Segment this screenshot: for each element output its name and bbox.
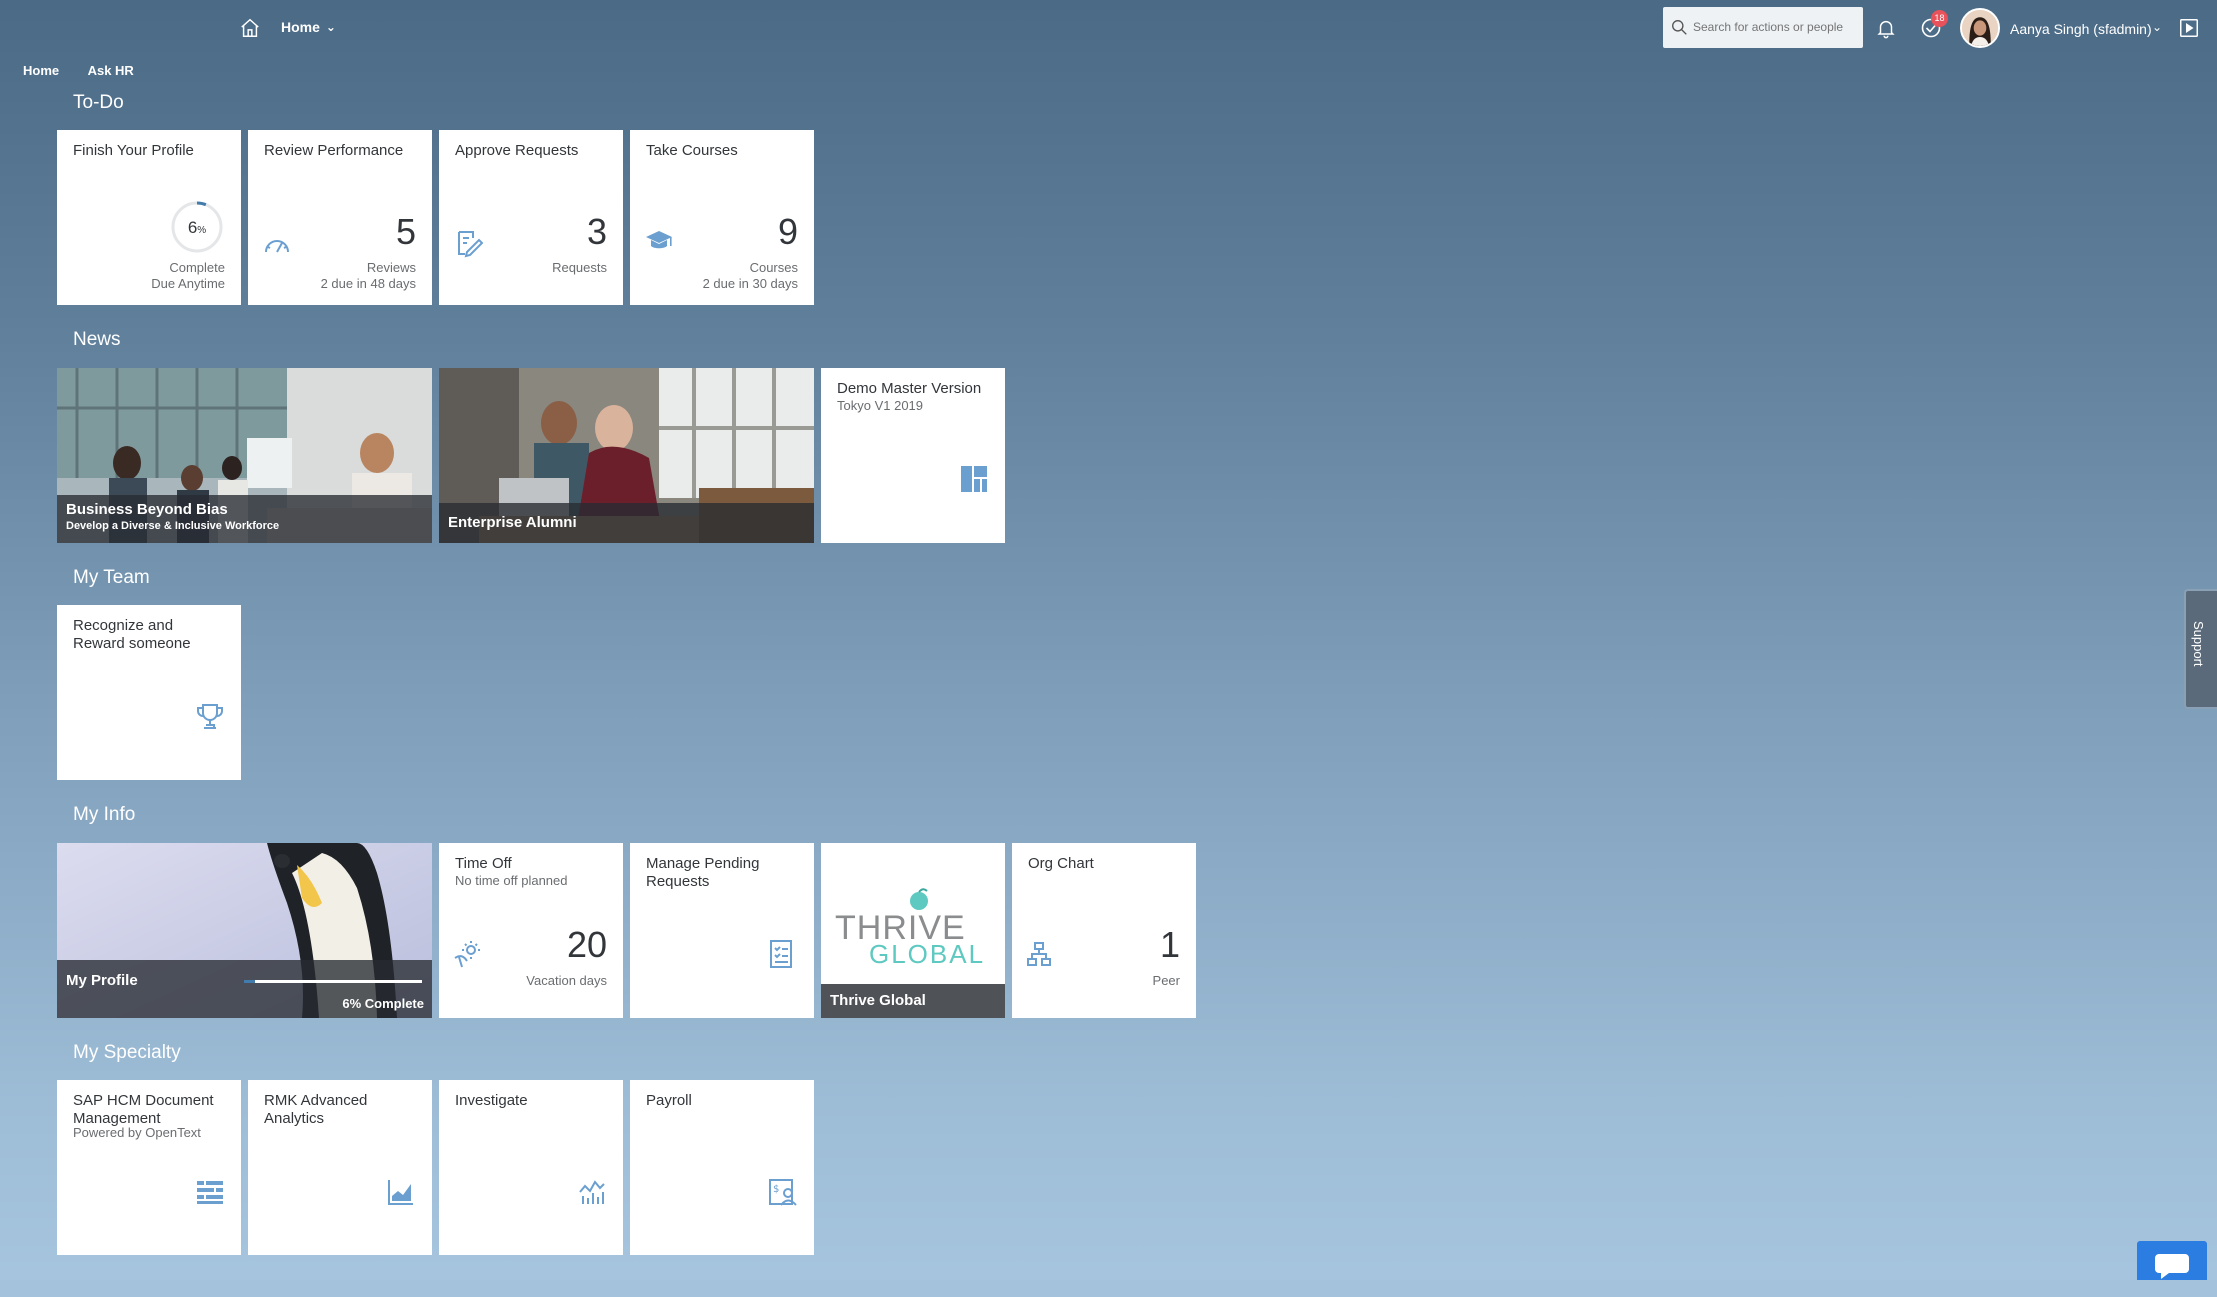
- nav-item-ask-hr[interactable]: Ask HR: [88, 63, 134, 78]
- tile-demo-master-version[interactable]: Demo Master Version Tokyo V1 2019: [821, 368, 1005, 543]
- sun-vacation-icon: [453, 939, 483, 969]
- home-icon[interactable]: [239, 17, 261, 39]
- tile-subtitle: No time off planned: [455, 873, 568, 888]
- tile-my-profile[interactable]: My Profile 6% Complete: [57, 843, 432, 1018]
- section-title-news: News: [73, 329, 121, 350]
- search-input[interactable]: [1693, 15, 1855, 39]
- graduation-cap-icon: [644, 226, 674, 256]
- section-title-my-specialty: My Specialty: [73, 1042, 181, 1063]
- tile-payroll[interactable]: Payroll $: [630, 1080, 814, 1255]
- section-title-todo: To-Do: [73, 92, 124, 113]
- section-title-my-info: My Info: [73, 804, 136, 825]
- tour-icon[interactable]: [2178, 17, 2200, 39]
- review-due: 2 due in 48 days: [320, 276, 416, 291]
- tile-overlay: My Profile 6% Complete: [57, 960, 432, 1018]
- tile-manage-pending-requests[interactable]: Manage Pending Requests: [630, 843, 814, 1018]
- tile-review-performance[interactable]: Review Performance 5 Reviews 2 due in 48…: [248, 130, 432, 305]
- home-menu-label: Home: [281, 19, 320, 35]
- tile-title: SAP HCM Document Management: [73, 1092, 214, 1127]
- page-nav: Home Ask HR: [23, 62, 158, 80]
- course-due: 2 due in 30 days: [702, 276, 798, 291]
- tile-title: RMK Advanced Analytics: [264, 1092, 368, 1127]
- tile-title: Take Courses: [646, 142, 738, 159]
- notification-badge: 18: [1931, 10, 1948, 27]
- profile-progress-label: 6% Complete: [342, 996, 424, 1011]
- tile-enterprise-alumni[interactable]: Enterprise Alumni: [439, 368, 814, 543]
- profile-complete-label: Complete: [169, 260, 225, 275]
- footer-bar: [0, 1280, 2217, 1297]
- tile-title: Org Chart: [1028, 855, 1094, 872]
- profile-progress-fill: [244, 980, 255, 983]
- nav-item-home[interactable]: Home: [23, 63, 59, 78]
- tile-overlay: Thrive Global: [821, 984, 1005, 1018]
- tile-recognize-reward[interactable]: Recognize and Reward someone: [57, 605, 241, 780]
- profile-percent-sign: %: [197, 225, 207, 236]
- review-unit: Reviews: [366, 260, 416, 275]
- trophy-icon: [195, 701, 225, 731]
- shell-bar: Home ⌄ 18 Aanya Singh (sfadmin) ⌄: [0, 0, 2217, 56]
- tile-sap-hcm-document-management[interactable]: SAP HCM Document Management Powered by O…: [57, 1080, 241, 1255]
- section-title-my-team: My Team: [73, 567, 150, 588]
- dashboard-layout-icon: [961, 466, 987, 492]
- chevron-down-icon[interactable]: ⌄: [2152, 20, 2162, 34]
- checklist-icon: [768, 939, 794, 969]
- analytics-trend-icon: [578, 1178, 606, 1206]
- tile-title: Recognize and Reward someone: [73, 617, 191, 652]
- course-unit: Courses: [749, 260, 798, 275]
- tile-subtitle: Tokyo V1 2019: [837, 398, 924, 413]
- support-label: Support: [2191, 621, 2206, 667]
- global-logo-text: GLOBAL: [869, 939, 986, 969]
- tile-investigate[interactable]: Investigate: [439, 1080, 623, 1255]
- bell-icon[interactable]: [1875, 17, 1897, 39]
- tile-title: Review Performance: [264, 142, 404, 159]
- profile-percent: 6: [187, 218, 198, 237]
- tile-subtitle: Powered by OpenText: [73, 1125, 201, 1140]
- thrive-title: Thrive Global: [830, 992, 926, 1009]
- news-title: Business Beyond Bias: [66, 501, 228, 518]
- search-box[interactable]: [1663, 7, 1863, 48]
- area-chart-icon: [387, 1178, 415, 1206]
- profile-progress-track: [244, 980, 422, 983]
- approve-unit: Requests: [552, 260, 607, 275]
- tile-approve-requests[interactable]: Approve Requests 3 Requests: [439, 130, 623, 305]
- tile-time-off[interactable]: Time Off No time off planned 20 Vacation…: [439, 843, 623, 1018]
- course-count: 9: [777, 211, 798, 252]
- tile-overlay: Enterprise Alumni: [439, 503, 814, 543]
- grid-document-icon: [197, 1181, 223, 1205]
- tile-thrive-global[interactable]: THRIVE GLOBAL Thrive Global: [821, 843, 1005, 1018]
- profile-due-label: Due Anytime: [151, 276, 225, 291]
- tile-overlay: Business Beyond Bias Develop a Diverse &…: [57, 495, 432, 543]
- tile-title: Finish Your Profile: [73, 142, 194, 159]
- tile-title: Payroll: [646, 1092, 692, 1109]
- tile-title: Investigate: [455, 1092, 528, 1109]
- tile-title: Demo Master Version: [837, 380, 982, 397]
- tile-finish-profile[interactable]: Finish Your Profile 6% Complete Due Anyt…: [57, 130, 241, 305]
- user-name[interactable]: Aanya Singh (sfadmin): [2010, 21, 2152, 37]
- approve-document-icon: [453, 228, 484, 258]
- news-subtitle: Develop a Diverse & Inclusive Workforce: [66, 520, 280, 532]
- tile-title: Approve Requests: [455, 142, 579, 159]
- tile-take-courses[interactable]: Take Courses 9 Courses 2 due in 30 days: [630, 130, 814, 305]
- support-tab[interactable]: Support: [2184, 589, 2217, 709]
- tile-rmk-advanced-analytics[interactable]: RMK Advanced Analytics: [248, 1080, 432, 1255]
- review-count: 5: [395, 211, 416, 252]
- search-icon: [1671, 19, 1688, 36]
- approve-count: 3: [586, 211, 607, 252]
- chevron-down-icon: ⌄: [325, 20, 336, 34]
- vacation-days-unit: Vacation days: [526, 973, 607, 988]
- vacation-days-count: 20: [566, 924, 607, 965]
- home-menu-button[interactable]: Home ⌄: [281, 19, 336, 35]
- peer-count: 1: [1159, 924, 1180, 965]
- org-chart-icon: [1026, 941, 1052, 967]
- avatar[interactable]: [1960, 8, 2000, 48]
- tile-title: Time Off: [455, 855, 512, 872]
- tile-business-beyond-bias[interactable]: Business Beyond Bias Develop a Diverse &…: [57, 368, 432, 543]
- tile-title: Manage Pending Requests: [646, 855, 760, 890]
- tile-org-chart[interactable]: Org Chart 1 Peer: [1012, 843, 1196, 1018]
- news-title: Enterprise Alumni: [448, 514, 577, 531]
- svg-text:$: $: [773, 1184, 779, 1195]
- payroll-person-icon: $: [768, 1177, 798, 1207]
- speedometer-icon: [262, 230, 292, 260]
- peer-unit: Peer: [1152, 973, 1180, 988]
